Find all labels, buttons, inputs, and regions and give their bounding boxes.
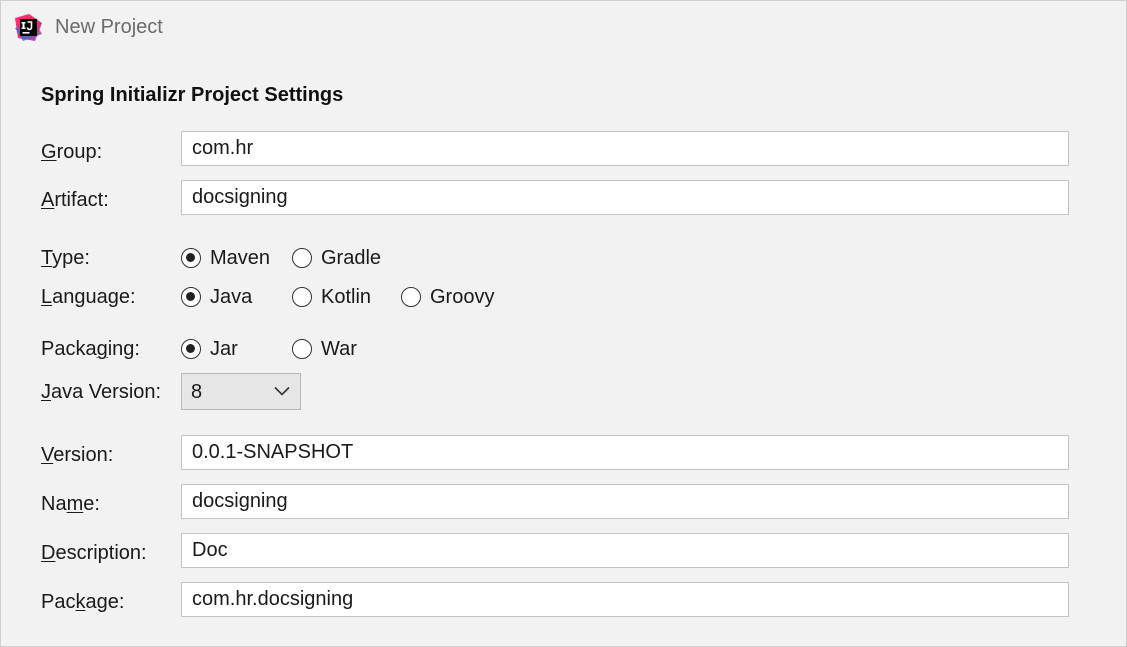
- artifact-label: Artifact:: [41, 188, 109, 212]
- packaging-jar-radio[interactable]: Jar: [181, 336, 238, 362]
- packaging-label-mnemonic: g: [96, 338, 108, 360]
- radio-selected-indicator: [181, 339, 201, 359]
- type-maven-label: Maven: [210, 246, 271, 269]
- packaging-label-text: ing:: [107, 338, 140, 360]
- package-field[interactable]: com.hr.docsigning: [181, 582, 1069, 617]
- language-groovy-radio[interactable]: Groovy: [401, 284, 494, 310]
- type-maven-radio[interactable]: Maven: [181, 245, 270, 271]
- version-label-text: ersion:: [53, 444, 114, 466]
- section-title: Spring Initializr Project Settings: [41, 84, 344, 106]
- radio-selected-indicator: [181, 287, 201, 307]
- java-version-label: Java Version:: [41, 380, 161, 404]
- window-title: New Project: [55, 16, 163, 38]
- radio-unselected-indicator: [292, 339, 312, 359]
- package-label-text: age:: [85, 591, 125, 613]
- language-kotlin-radio[interactable]: Kotlin: [292, 284, 371, 310]
- artifact-field[interactable]: docsigning: [181, 180, 1069, 215]
- language-java-label: Java: [210, 285, 253, 308]
- new-project-dialog: New Project Spring Initializr Project Se…: [0, 0, 1127, 647]
- chevron-down-icon: [274, 386, 290, 396]
- intellij-idea-icon: [15, 14, 42, 41]
- artifact-label-mnemonic: A: [41, 189, 55, 211]
- title-bar: New Project: [1, 1, 1126, 57]
- packaging-label: Packaging:: [41, 337, 140, 361]
- name-label-prefix: Na: [41, 493, 67, 515]
- version-label-mnemonic: V: [41, 444, 54, 466]
- group-label: Group:: [41, 140, 102, 164]
- type-gradle-radio[interactable]: Gradle: [292, 245, 381, 271]
- java-version-label-text: ava Version:: [51, 381, 162, 403]
- version-label: Version:: [41, 443, 113, 467]
- name-field[interactable]: docsigning: [181, 484, 1069, 519]
- type-gradle-label: Gradle: [321, 246, 382, 269]
- language-label: Language:: [41, 285, 136, 309]
- language-kotlin-label: Kotlin: [321, 285, 372, 308]
- name-label-mnemonic: m: [66, 493, 84, 515]
- description-label-text: escription:: [55, 542, 147, 564]
- description-label: Description:: [41, 541, 147, 565]
- package-label: Package:: [41, 590, 124, 614]
- language-label-text: anguage:: [52, 286, 136, 308]
- version-field[interactable]: 0.0.1-SNAPSHOT: [181, 435, 1069, 470]
- java-version-dropdown[interactable]: 8: [181, 373, 301, 410]
- language-java-radio[interactable]: Java: [181, 284, 252, 310]
- radio-unselected-indicator: [292, 287, 312, 307]
- packaging-war-label: War: [321, 337, 357, 360]
- package-label-mnemonic: k: [75, 591, 86, 613]
- radio-unselected-indicator: [401, 287, 421, 307]
- group-label-mnemonic: G: [41, 141, 57, 163]
- type-label-text: ype:: [52, 247, 90, 269]
- packaging-label-prefix: Packa: [41, 338, 97, 360]
- packaging-jar-label: Jar: [210, 337, 238, 360]
- packaging-war-radio[interactable]: War: [292, 336, 357, 362]
- radio-unselected-indicator: [292, 248, 312, 268]
- group-label-text: roup:: [56, 141, 103, 163]
- radio-selected-indicator: [181, 248, 201, 268]
- type-label-mnemonic: T: [41, 247, 53, 269]
- description-label-mnemonic: D: [41, 542, 56, 564]
- java-version-label-mnemonic: J: [41, 381, 51, 403]
- package-label-prefix: Pac: [41, 591, 76, 613]
- language-groovy-label: Groovy: [430, 285, 495, 308]
- group-field[interactable]: com.hr: [181, 131, 1069, 166]
- java-version-selected: 8: [191, 381, 203, 403]
- description-field[interactable]: Doc: [181, 533, 1069, 568]
- name-label: Name:: [41, 492, 100, 516]
- artifact-label-text: rtifact:: [54, 189, 109, 211]
- type-label: Type:: [41, 246, 90, 270]
- language-label-mnemonic: L: [41, 286, 53, 308]
- name-label-text: e:: [83, 493, 100, 515]
